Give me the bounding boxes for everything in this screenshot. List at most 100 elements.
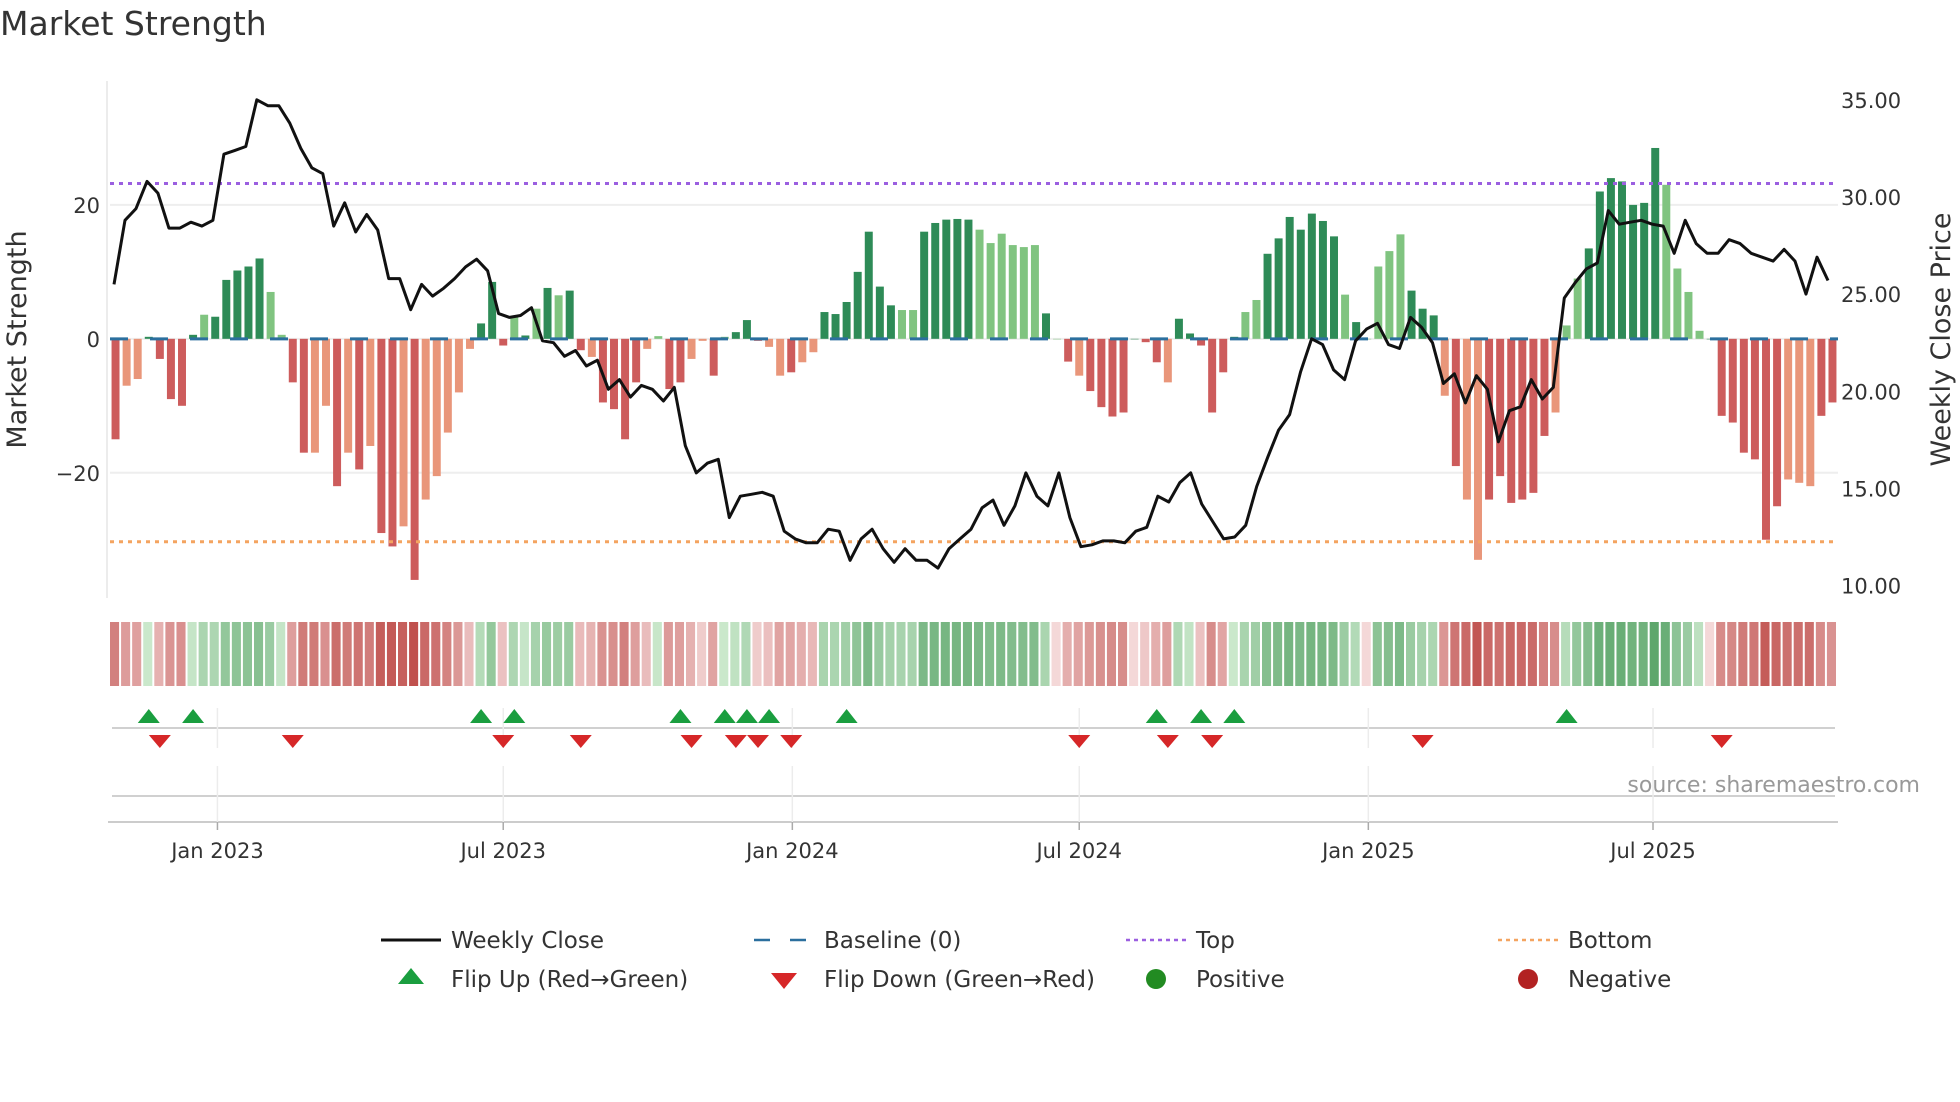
heatmap-cell	[1771, 622, 1781, 686]
strength-bar	[1618, 181, 1626, 339]
heatmap-cell	[187, 622, 197, 686]
strength-bar	[1263, 253, 1272, 339]
y2-tick-label: 35.00	[1841, 89, 1901, 113]
strength-bar	[499, 338, 508, 346]
flip-down-marker	[1201, 735, 1224, 748]
strength-bar	[831, 314, 840, 339]
heatmap-cell	[1040, 622, 1050, 686]
strength-bar	[222, 279, 231, 339]
y2-tick-label: 15.00	[1841, 477, 1901, 501]
strength-bar	[178, 338, 186, 406]
heatmap-cell	[530, 622, 540, 686]
heatmap-cell	[1073, 622, 1083, 686]
heatmap-cell	[1383, 622, 1393, 686]
heatmap-cell	[1106, 622, 1116, 686]
strength-bar	[344, 338, 353, 453]
heatmap-cell	[641, 622, 651, 686]
strength-bar	[709, 338, 718, 376]
heatmap-cell	[1804, 622, 1814, 686]
strength-bar	[1684, 291, 1693, 339]
strength-bar	[676, 338, 685, 383]
y2-tick-label: 30.00	[1841, 186, 1901, 210]
strength-bar	[931, 222, 940, 339]
strength-bar	[842, 301, 851, 339]
strength-bar	[200, 314, 209, 339]
legend-label: Flip Down (Green→Red)	[824, 967, 1095, 993]
legend-item-line: Weekly Close	[381, 928, 604, 954]
strength-bar	[997, 233, 1006, 339]
heatmap-cell	[265, 622, 275, 686]
heatmap-cell	[1250, 622, 1260, 686]
strength-bar	[1662, 184, 1671, 339]
strength-bar	[953, 218, 962, 339]
strength-bar	[543, 287, 552, 339]
strength-bar	[875, 286, 884, 339]
strength-bar	[864, 231, 873, 339]
heatmap-cell	[486, 622, 496, 686]
strength-bar	[554, 295, 563, 339]
strength-bar	[111, 338, 120, 440]
strength-bar	[299, 338, 308, 453]
strength-bar	[1429, 315, 1438, 339]
heatmap-cell	[929, 622, 939, 686]
heatmap-cell	[309, 622, 319, 686]
strength-bar	[1208, 338, 1217, 413]
heatmap-cell	[1273, 622, 1283, 686]
strength-bar	[1396, 234, 1405, 339]
heatmap-cell	[630, 622, 640, 686]
flip-up-marker	[1190, 709, 1213, 723]
heatmap-cell	[431, 622, 441, 686]
heatmap-cell	[198, 622, 208, 686]
heatmap-cell	[1483, 622, 1493, 686]
legend-item-dot-bottom: Bottom	[1498, 928, 1652, 954]
heatmap-cell	[896, 622, 906, 686]
x-tick-label: Jan 2023	[169, 839, 264, 863]
heatmap-cell	[763, 622, 773, 686]
heatmap-cell	[885, 622, 895, 686]
heatmap-cell	[110, 622, 120, 686]
legend-label: Bottom	[1568, 928, 1652, 954]
heatmap-cell	[708, 622, 718, 686]
strength-bar	[1673, 268, 1682, 339]
strength-bar	[1795, 338, 1804, 483]
triangle-down-icon	[771, 973, 797, 989]
flip-up-marker	[1145, 709, 1168, 723]
heatmap-cell	[508, 622, 518, 686]
y2-tick-label: 20.00	[1841, 380, 1901, 404]
heatmap-cell	[209, 622, 219, 686]
flip-up-marker	[713, 709, 736, 723]
heatmap-cell	[674, 622, 684, 686]
strength-bar	[698, 338, 707, 341]
heatmap-cell	[375, 622, 385, 686]
strength-bar	[787, 338, 796, 373]
flip-up-marker	[137, 709, 160, 723]
flip-down-marker	[1710, 735, 1733, 748]
heatmap-cell	[686, 622, 696, 686]
heatmap-cell	[453, 622, 463, 686]
heatmap-cell	[1439, 622, 1449, 686]
strength-bar	[233, 270, 242, 339]
heatmap-cell	[1151, 622, 1161, 686]
heatmap-cell	[841, 622, 851, 686]
strength-bar	[731, 332, 740, 339]
heatmap-cell	[1638, 622, 1648, 686]
flip-up-marker	[470, 709, 493, 723]
strength-bar	[333, 338, 342, 487]
heatmap-cell	[597, 622, 607, 686]
strength-bar	[1064, 338, 1073, 362]
heatmap-cell	[320, 622, 330, 686]
legend-label: Negative	[1568, 967, 1671, 993]
strength-bar	[255, 258, 264, 339]
heatmap-cell	[1140, 622, 1150, 686]
heatmap-cell	[785, 622, 795, 686]
heatmap-cell	[985, 622, 995, 686]
flip-down-marker	[1068, 735, 1091, 748]
strength-bar	[1573, 278, 1582, 339]
flip-up-marker	[669, 709, 692, 723]
legend-label: Flip Up (Red→Green)	[451, 967, 688, 993]
flip-down-marker	[1156, 735, 1179, 748]
strength-bar	[1174, 318, 1183, 339]
heatmap-cell	[298, 622, 308, 686]
heatmap-cell	[962, 622, 972, 686]
heatmap-cell	[398, 622, 408, 686]
